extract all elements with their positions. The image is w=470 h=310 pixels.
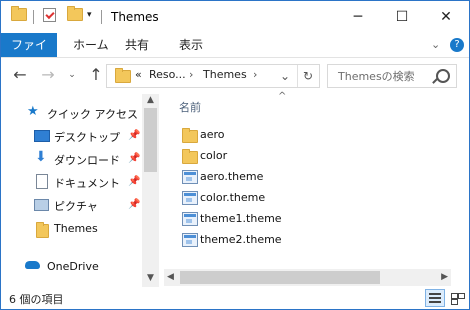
scroll-left-arrow-icon[interactable]: ◀ xyxy=(167,272,174,282)
navigation-pane: ★ クイック アクセス デスクトップ 📌 ⬇ ダウンロード 📌 ドキュメント 📌… xyxy=(1,94,141,287)
list-item[interactable]: aero.theme xyxy=(179,167,459,187)
new-folder-icon[interactable] xyxy=(67,6,83,21)
scrollbar-thumb[interactable] xyxy=(144,108,157,172)
recent-locations-chevron-icon[interactable]: ⌄ xyxy=(63,66,81,84)
folder-icon xyxy=(182,128,198,143)
tab-view[interactable]: 表示 xyxy=(171,33,211,57)
theme-file-icon xyxy=(182,233,198,247)
breadcrumb-separator-icon: › xyxy=(253,68,258,81)
file-list: ^ 名前 aero color aero.theme color.theme t… xyxy=(171,91,467,287)
address-dropdown-icon[interactable]: ⌄ xyxy=(275,65,295,87)
status-bar: 6 個の項目 xyxy=(1,287,469,309)
file-name: aero.theme xyxy=(200,170,264,183)
details-view-icon xyxy=(429,293,441,295)
minimize-button[interactable]: ─ xyxy=(336,1,380,33)
sidebar-item-label: クイック アクセス xyxy=(47,108,138,121)
list-item[interactable]: color xyxy=(179,146,459,166)
list-item[interactable]: color.theme xyxy=(179,188,459,208)
navigation-bar: ← → ⌄ ↑ « Reso... › Themes › ⌄ ↻ Themesの… xyxy=(1,58,469,94)
up-arrow-icon[interactable]: ↑ xyxy=(87,66,105,84)
desktop-icon xyxy=(34,130,50,142)
quick-access-toolbar-dropdown-icon[interactable]: ▾ xyxy=(87,10,92,20)
help-button[interactable]: ? xyxy=(450,38,464,52)
ribbon-tabs: ファイル ホーム 共有 表示 ⌄ ? xyxy=(1,33,469,76)
tab-file[interactable]: ファイル xyxy=(1,33,57,76)
file-list-horizontal-scrollbar[interactable]: ◀ ▶ xyxy=(164,269,451,286)
sidebar-item-label: ピクチャ xyxy=(54,200,98,213)
folder-icon xyxy=(11,6,27,21)
sidebar-item-pictures[interactable]: ピクチャ 📌 xyxy=(1,194,141,216)
breadcrumb-resources[interactable]: Reso... xyxy=(149,68,186,81)
tab-share[interactable]: 共有 xyxy=(117,33,157,57)
sidebar-item-label: ダウンロード xyxy=(54,154,120,167)
maximize-button[interactable]: ☐ xyxy=(380,1,424,33)
details-view-button[interactable] xyxy=(425,289,445,307)
close-button[interactable]: ✕ xyxy=(424,1,468,33)
chevron-down-icon[interactable]: ⌄ xyxy=(431,33,440,57)
star-icon: ★ xyxy=(27,104,39,119)
divider xyxy=(33,10,34,24)
scroll-up-arrow-icon[interactable]: ▲ xyxy=(142,95,159,105)
sidebar-item-label: Themes xyxy=(54,222,98,235)
folder-icon xyxy=(36,222,49,238)
sidebar-item-label: デスクトップ xyxy=(54,131,120,144)
pin-icon: 📌 xyxy=(128,130,141,141)
address-bar[interactable]: « Reso... › Themes › ⌄ ↻ xyxy=(106,64,320,88)
scroll-right-arrow-icon[interactable]: ▶ xyxy=(441,272,448,282)
breadcrumb-separator-icon: › xyxy=(189,68,194,81)
search-icon[interactable] xyxy=(436,69,450,83)
file-name: theme2.theme xyxy=(200,233,282,246)
pin-icon: 📌 xyxy=(128,199,141,210)
pin-icon: 📌 xyxy=(128,153,141,164)
list-item[interactable]: theme2.theme xyxy=(179,230,459,250)
breadcrumb-themes[interactable]: Themes xyxy=(203,68,247,81)
sidebar-item-label: ドキュメント xyxy=(54,177,120,190)
divider xyxy=(101,10,102,24)
file-name: color xyxy=(200,149,228,162)
back-arrow-icon[interactable]: ← xyxy=(11,66,29,84)
theme-file-icon xyxy=(182,191,198,205)
file-name: color.theme xyxy=(200,191,266,204)
path-overflow-chevron[interactable]: « xyxy=(135,68,142,81)
refresh-icon[interactable]: ↻ xyxy=(297,65,318,87)
list-item[interactable]: theme1.theme xyxy=(179,209,459,229)
theme-file-icon xyxy=(182,212,198,226)
search-box[interactable]: Themesの検索 xyxy=(327,64,457,88)
item-count: 6 個の項目 xyxy=(9,293,64,306)
navigation-pane-scrollbar[interactable]: ▲ ▼ xyxy=(142,94,159,287)
pin-icon: 📌 xyxy=(128,176,141,187)
sidebar-item-documents[interactable]: ドキュメント 📌 xyxy=(1,171,141,193)
sidebar-item-quick-access[interactable]: ★ クイック アクセス xyxy=(1,102,141,124)
folder-icon xyxy=(182,149,198,164)
list-item[interactable]: aero xyxy=(179,125,459,145)
large-icons-view-button[interactable] xyxy=(447,289,467,307)
sidebar-item-desktop[interactable]: デスクトップ 📌 xyxy=(1,125,141,147)
download-icon: ⬇ xyxy=(35,149,47,165)
properties-icon[interactable] xyxy=(43,8,56,22)
column-header-name[interactable]: 名前 xyxy=(179,99,201,115)
large-icons-view-icon xyxy=(451,293,458,299)
search-input[interactable]: Themesの検索 xyxy=(338,68,415,84)
file-name: theme1.theme xyxy=(200,212,282,225)
sidebar-item-onedrive[interactable]: OneDrive xyxy=(1,256,141,278)
scrollbar-thumb[interactable] xyxy=(180,271,380,284)
tab-home[interactable]: ホーム xyxy=(65,33,117,57)
sort-ascending-icon: ^ xyxy=(278,91,287,102)
sidebar-item-label: OneDrive xyxy=(47,260,99,273)
scroll-down-arrow-icon[interactable]: ▼ xyxy=(142,273,159,283)
explorer-window: ▾ Themes ─ ☐ ✕ ファイル ホーム 共有 表示 ⌄ ? ← → ⌄ … xyxy=(0,0,470,310)
document-icon xyxy=(36,174,48,189)
file-name: aero xyxy=(200,128,225,141)
sidebar-item-themes[interactable]: Themes xyxy=(1,218,141,240)
window-title: Themes xyxy=(111,10,159,24)
theme-file-icon xyxy=(182,170,198,184)
pictures-icon xyxy=(34,199,49,211)
cloud-icon xyxy=(25,261,40,269)
sidebar-item-downloads[interactable]: ⬇ ダウンロード 📌 xyxy=(1,148,141,170)
title-bar: ▾ Themes ─ ☐ ✕ xyxy=(1,1,469,33)
folder-icon xyxy=(115,68,131,83)
forward-arrow-icon[interactable]: → xyxy=(39,66,57,84)
